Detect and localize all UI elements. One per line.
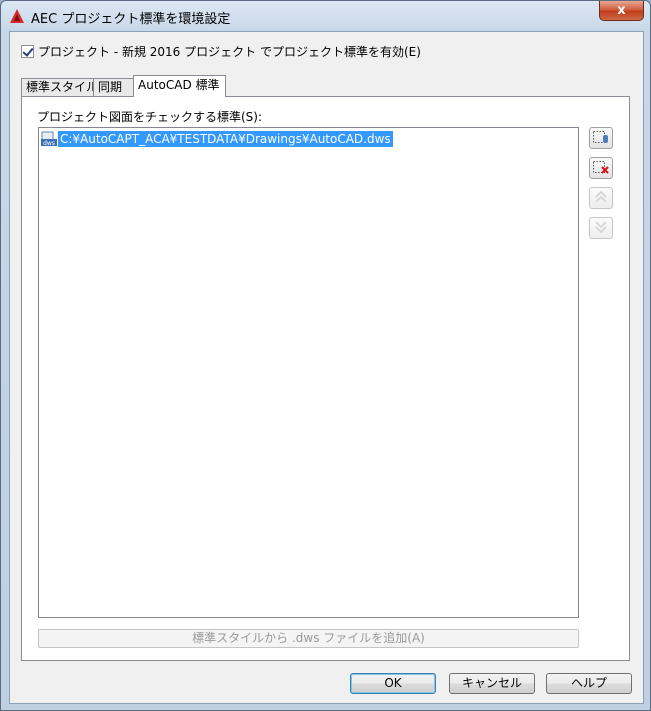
remove-standards-file-button[interactable] bbox=[589, 157, 613, 179]
add-standards-file-button[interactable] bbox=[589, 127, 613, 149]
dialog-client-area: プロジェクト - 新規 2016 プロジェクト でプロジェクト標準を有効(E) … bbox=[9, 31, 644, 704]
tab-synchronization[interactable]: 同期 bbox=[93, 78, 134, 96]
svg-text:dws: dws bbox=[43, 140, 55, 147]
move-down-icon bbox=[594, 220, 608, 237]
dialog-window: AEC プロジェクト標準を環境設定 x プロジェクト - 新規 2016 プロジ… bbox=[0, 0, 651, 711]
standards-list-label: プロジェクト図面をチェックする標準(S): bbox=[37, 110, 263, 124]
window-title: AEC プロジェクト標準を環境設定 bbox=[31, 12, 231, 27]
cancel-button[interactable]: キャンセル bbox=[449, 673, 535, 694]
title-bar[interactable]: AEC プロジェクト標準を環境設定 x bbox=[1, 1, 650, 31]
ok-button[interactable]: OK bbox=[350, 673, 436, 694]
tab-label: 標準スタイル bbox=[26, 80, 99, 94]
move-up-icon bbox=[594, 190, 608, 207]
enable-standards-checkbox[interactable]: プロジェクト - 新規 2016 プロジェクト でプロジェクト標準を有効(E) bbox=[21, 43, 421, 59]
move-up-button[interactable] bbox=[589, 187, 613, 209]
add-dws-from-styles-button[interactable]: 標準スタイルから .dws ファイルを追加(A) bbox=[38, 629, 579, 648]
remove-file-icon bbox=[592, 159, 610, 178]
standards-file-path: C:¥AutoCAPT_ACA¥TESTDATA¥Drawings¥AutoCA… bbox=[58, 131, 393, 147]
add-file-icon bbox=[592, 129, 610, 148]
checkbox-checked-icon[interactable] bbox=[21, 44, 34, 58]
help-button[interactable]: ヘルプ bbox=[546, 673, 632, 694]
tab-autocad-standards[interactable]: AutoCAD 標準 bbox=[133, 75, 226, 97]
tab-standard-styles[interactable]: 標準スタイル bbox=[21, 78, 98, 96]
standards-file-list[interactable]: dws C:¥AutoCAPT_ACA¥TESTDATA¥Drawings¥Au… bbox=[38, 127, 579, 618]
list-item[interactable]: dws C:¥AutoCAPT_ACA¥TESTDATA¥Drawings¥Au… bbox=[41, 131, 393, 147]
tab-label: 同期 bbox=[98, 80, 123, 94]
close-icon: x bbox=[617, 3, 626, 18]
move-down-button[interactable] bbox=[589, 217, 613, 239]
autocad-standards-panel: プロジェクト図面をチェックする標準(S): dws C:¥AutoCAPT_AC… bbox=[21, 96, 630, 661]
close-button[interactable]: x bbox=[599, 1, 644, 21]
dws-file-icon: dws bbox=[41, 131, 57, 147]
autocad-app-icon bbox=[9, 8, 25, 24]
enable-standards-label: プロジェクト - 新規 2016 プロジェクト でプロジェクト標準を有効(E) bbox=[38, 44, 421, 59]
tab-label: AutoCAD 標準 bbox=[138, 78, 220, 92]
